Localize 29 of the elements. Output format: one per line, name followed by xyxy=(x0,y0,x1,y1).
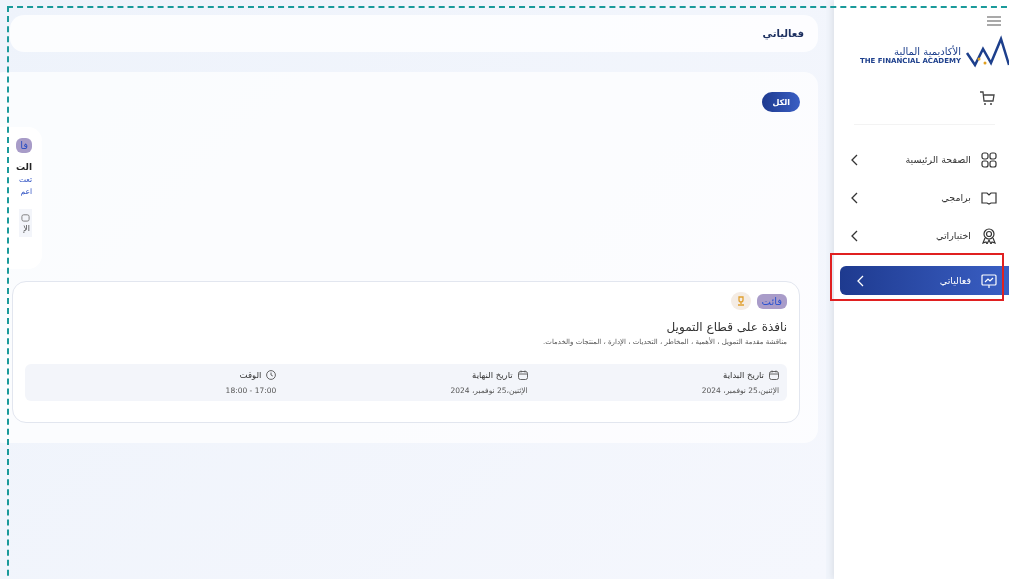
grid-icon xyxy=(981,151,997,168)
page-title: فعالياتي xyxy=(762,28,804,39)
calendar-icon xyxy=(769,370,779,380)
book-icon xyxy=(981,189,997,206)
event-title: نافذة على قطاع التمويل xyxy=(666,320,787,334)
chevron-icon xyxy=(850,191,858,204)
sidebar-item[interactable]: اختباراتي xyxy=(834,221,1009,250)
calendar-icon xyxy=(21,213,30,222)
field-label: الإ xyxy=(23,224,30,233)
chevron-icon xyxy=(850,153,858,166)
calendar-icon xyxy=(517,370,528,380)
chevron-icon xyxy=(850,229,858,242)
clock-icon xyxy=(266,370,277,380)
presentation-icon xyxy=(981,272,997,289)
status-badge: فا xyxy=(16,138,32,153)
sidebar-item[interactable]: الصفحة الرئيسية xyxy=(834,145,1009,174)
cart-icon[interactable] xyxy=(979,90,995,106)
chevron-icon xyxy=(856,274,864,287)
filter-button[interactable]: الكل xyxy=(762,92,800,112)
field-label: تاريخ البداية xyxy=(723,370,764,380)
sidebar-item[interactable]: فعالياتي xyxy=(840,266,1009,295)
event-title: الت xyxy=(16,162,32,172)
field-label: الوقت xyxy=(239,370,262,380)
sidebar-item[interactable]: برامجي xyxy=(834,183,1009,212)
trophy-icon xyxy=(735,296,746,306)
logo-arabic-name: الأكاديمية المالية xyxy=(894,45,961,57)
medal-icon xyxy=(981,227,997,244)
status-badge: فائت xyxy=(756,293,787,309)
field-label: تاريخ النهاية xyxy=(472,370,513,380)
